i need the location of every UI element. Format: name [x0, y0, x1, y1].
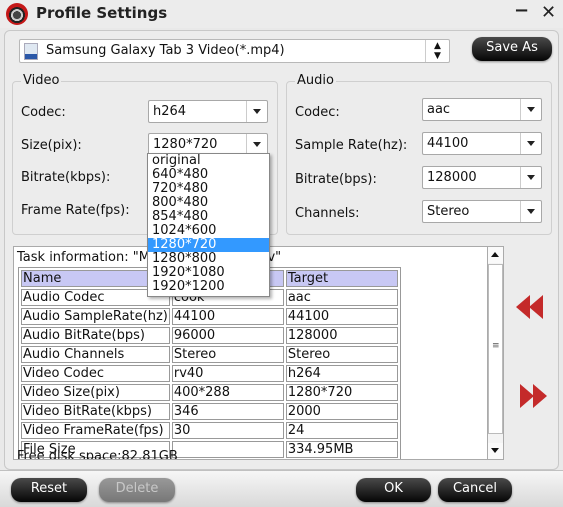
- name-cell: Video FrameRate(fps): [21, 422, 170, 439]
- footer-bar: Reset Delete OK Cancel: [0, 470, 563, 507]
- audio-codec-value: aac: [427, 102, 451, 117]
- name-cell: Video Size(pix): [21, 384, 170, 401]
- video-codec-value: h264: [153, 104, 187, 119]
- source-cell: [171, 441, 284, 458]
- audio-sample-rate-select[interactable]: 44100: [422, 132, 542, 155]
- audio-bitrate-select[interactable]: 128000: [422, 166, 542, 189]
- target-cell: h264: [285, 365, 398, 382]
- audio-channels-value: Stereo: [427, 204, 470, 219]
- name-cell: Audio BitRate(bps): [21, 327, 170, 344]
- table-row: Video BitRate(kbps) 346 2000: [21, 403, 398, 420]
- audio-bitrate-label: Bitrate(bps):: [295, 172, 377, 187]
- name-cell: Video Codec: [21, 365, 170, 382]
- chevron-down-icon[interactable]: [246, 134, 267, 155]
- size-option[interactable]: 1920*1200: [148, 280, 269, 294]
- table-row: Video Size(pix) 400*288 1280*720: [21, 384, 398, 401]
- target-cell: 24: [285, 422, 398, 439]
- collapse-left-button[interactable]: [516, 295, 546, 319]
- size-option[interactable]: 1024*600: [148, 224, 269, 238]
- chevron-down-icon[interactable]: [520, 167, 541, 188]
- target-cell: 128000: [285, 327, 398, 344]
- audio-sample-rate-value: 44100: [427, 136, 469, 151]
- chevron-down-icon[interactable]: [520, 201, 541, 222]
- video-codec-label: Codec:: [21, 105, 66, 120]
- video-bitrate-label: Bitrate(kbps):: [21, 170, 111, 185]
- minimize-button[interactable]: −: [514, 0, 529, 21]
- table-row: Video Codec rv40 h264: [21, 365, 398, 382]
- fast-forward-icon: [533, 384, 547, 408]
- profile-select[interactable]: Samsung Galaxy Tab 3 Video(*.mp4) ▲ ▼: [19, 39, 450, 63]
- audio-channels-label: Channels:: [295, 206, 360, 221]
- ok-button[interactable]: OK: [356, 478, 431, 502]
- close-button[interactable]: ✕: [541, 2, 556, 23]
- video-size-label: Size(pix):: [21, 138, 82, 153]
- scrollbar-thumb[interactable]: ≡: [488, 264, 503, 434]
- mp4-file-icon: [24, 43, 38, 60]
- rewind-icon: [516, 295, 530, 319]
- table-row: Audio BitRate(bps) 96000 128000: [21, 327, 398, 344]
- source-cell: 400*288: [171, 384, 284, 401]
- rewind-icon: [529, 295, 543, 319]
- source-cell: 30: [171, 422, 284, 439]
- chevron-down-icon[interactable]: [246, 101, 267, 122]
- chevron-down-icon[interactable]: [520, 133, 541, 154]
- target-cell: 2000: [285, 403, 398, 420]
- target-cell: Stereo: [285, 346, 398, 363]
- size-option[interactable]: 720*480: [148, 182, 269, 196]
- video-frame-rate-label: Frame Rate(fps):: [21, 203, 130, 218]
- table-row: Audio Channels Stereo Stereo: [21, 346, 398, 363]
- scroll-down-arrow-icon[interactable]: [488, 443, 503, 459]
- chevron-down-icon[interactable]: [520, 99, 541, 120]
- expand-right-button[interactable]: [520, 384, 550, 408]
- vertical-scrollbar[interactable]: ≡: [487, 246, 504, 460]
- audio-bitrate-value: 128000: [427, 170, 477, 185]
- reset-button[interactable]: Reset: [11, 478, 87, 502]
- save-as-button[interactable]: Save As: [472, 37, 552, 61]
- size-dropdown-list[interactable]: original 640*480 720*480 800*480 854*480 1024…: [147, 153, 270, 297]
- source-cell: 44100: [171, 308, 284, 325]
- target-cell: aac: [285, 289, 398, 306]
- profile-selected-value: Samsung Galaxy Tab 3 Video(*.mp4): [46, 43, 285, 58]
- title-bar: Profile Settings − ✕: [0, 0, 563, 28]
- target-cell: Target: [285, 270, 398, 287]
- source-cell: 96000: [171, 327, 284, 344]
- scroll-up-arrow-icon[interactable]: [488, 247, 503, 263]
- audio-channels-select[interactable]: Stereo: [422, 200, 542, 223]
- spinner-arrows-icon[interactable]: ▲ ▼: [425, 40, 449, 62]
- size-option[interactable]: 854*480: [148, 210, 269, 224]
- size-option[interactable]: 640*480: [148, 168, 269, 182]
- cancel-button[interactable]: Cancel: [438, 478, 512, 502]
- video-size-value: 1280*720: [153, 137, 218, 152]
- source-cell: rv40: [171, 365, 284, 382]
- size-option[interactable]: 1920*1080: [148, 266, 269, 280]
- table-row: Video FrameRate(fps) 30 24: [21, 422, 398, 439]
- video-legend: Video: [21, 73, 62, 88]
- target-cell: 1280*720: [285, 384, 398, 401]
- video-codec-select[interactable]: h264: [148, 100, 268, 123]
- audio-sample-rate-label: Sample Rate(hz):: [295, 138, 408, 153]
- source-cell: 346: [171, 403, 284, 420]
- app-logo-icon: [6, 3, 28, 25]
- audio-codec-select[interactable]: aac: [422, 98, 542, 121]
- size-option[interactable]: 1280*720: [148, 238, 269, 252]
- size-option[interactable]: original: [148, 154, 269, 168]
- audio-codec-label: Codec:: [295, 105, 340, 120]
- table-row: Audio SampleRate(hz) 44100 44100: [21, 308, 398, 325]
- delete-button: Delete: [99, 478, 175, 502]
- size-option[interactable]: 1280*800: [148, 252, 269, 266]
- source-cell: Stereo: [171, 346, 284, 363]
- fast-forward-icon: [520, 384, 534, 408]
- window-title: Profile Settings: [36, 4, 168, 22]
- name-cell: Video BitRate(kbps): [21, 403, 170, 420]
- size-option[interactable]: 800*480: [148, 196, 269, 210]
- grip-icon: ≡: [492, 341, 500, 351]
- name-cell: Audio SampleRate(hz): [21, 308, 170, 325]
- audio-legend: Audio: [295, 73, 336, 88]
- target-cell: 334.95MB: [285, 441, 398, 458]
- name-cell: Audio Channels: [21, 346, 170, 363]
- free-disk-space: Free disk space:82.81GB: [17, 449, 178, 460]
- target-cell: 44100: [285, 308, 398, 325]
